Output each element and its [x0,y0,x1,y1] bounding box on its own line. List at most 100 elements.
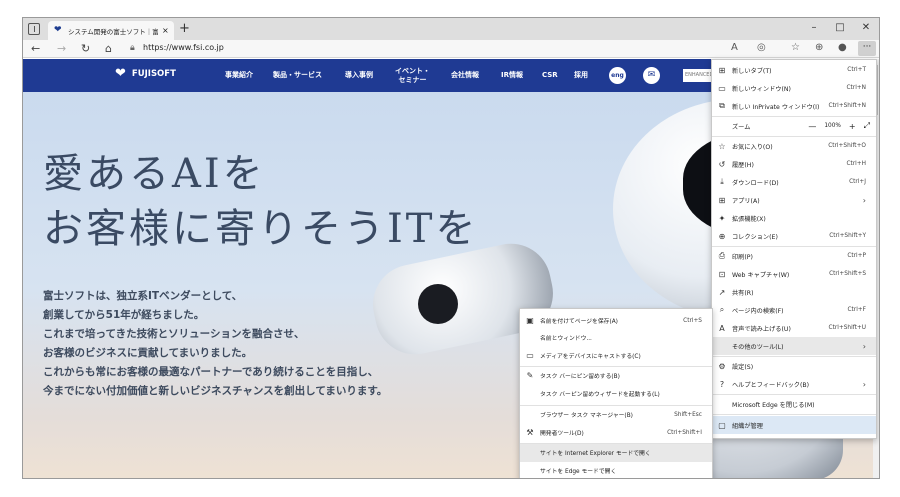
new-tab-button[interactable]: + [179,21,190,36]
tab-actions-icon[interactable] [28,23,40,35]
window-controls: – □ ✕ [801,18,879,40]
submenu-name-window[interactable]: 名前とウィンドウ... [520,329,712,347]
logo-text: FUJISOFT [131,69,176,79]
menu-new-window[interactable]: ▭ 新しいウィンドウ(N) Ctrl+N [712,79,876,97]
hero-headline-1: 愛あるAIを [43,151,266,197]
zoom-controls: — 100% + ⤢ [800,121,876,131]
hero-body-text: 富士ソフトは、独立系ITベンダーとして、 創業してから51年が経ちました。 これ… [43,287,387,401]
hero-body-line: これまで培ってきた技術とソリューションを融合させ、 [43,328,305,340]
nav-csr[interactable]: CSR [542,59,558,92]
print-icon: ⎙ [718,251,726,260]
submenu-pin-taskbar[interactable]: ✎ タスク バーにピン留めする(B) [520,367,712,385]
nav-events[interactable]: イベント・ セミナー [395,59,430,92]
refresh-icon[interactable]: ↻ [81,42,90,55]
tracking-icon[interactable]: ◎ [757,42,766,53]
nav-business[interactable]: 事業紹介 [225,59,253,92]
robot-eye-image [418,284,458,324]
menu-read-aloud[interactable]: A 音声で読み上げる(U) Ctrl+Shift+U [712,319,876,337]
favorites-toolbar-icon[interactable]: ☆ [791,42,800,53]
browser-tab[interactable]: ❤ システム開発の富士ソフト｜富士ソフ × [48,21,174,40]
nav-company[interactable]: 会社情報 [451,59,479,92]
forward-icon[interactable]: → [57,42,66,55]
fujisoft-logo-icon: ❤ [115,66,126,81]
close-window-button[interactable]: ✕ [853,18,879,40]
submenu-edge-mode[interactable]: サイトを Edge モードで開く [520,462,712,478]
profile-icon[interactable]: ● [838,42,847,53]
nav-ir[interactable]: IR情報 [501,59,523,92]
menu-close-edge[interactable]: Microsoft Edge を閉じる(M) [712,395,876,413]
new-tab-icon: ⊞ [718,65,726,75]
zoom-in-button[interactable]: + [849,122,856,131]
menu-collections[interactable]: ⊕ コレクション(E) Ctrl+Shift+Y [712,227,876,245]
submenu-devtools[interactable]: ⚒ 開発者ツール(D) Ctrl+Shift+I [520,424,712,442]
menu-downloads[interactable]: ⤓ ダウンロード(D) Ctrl+J [712,173,876,191]
settings-icon: ⚙ [718,361,726,371]
menu-extensions[interactable]: ✦ 拡張機能(X) [712,209,876,227]
share-icon: ↗ [718,287,726,297]
menu-share[interactable]: ↗ 共有(R) [712,283,876,301]
menu-more-tools[interactable]: その他のツール(L) › [712,337,876,355]
settings-and-more-button[interactable]: ··· [858,41,876,56]
tab-close-icon[interactable]: × [162,26,169,35]
hero-body-line: お客様のビジネスに貢献してまいりました。 [43,347,253,359]
menu-new-tab[interactable]: ⊞ 新しいタブ(T) Ctrl+T [712,61,876,79]
address-input[interactable]: https://www.fsi.co.jp [143,43,224,52]
tab-title: システム開発の富士ソフト｜富士ソフ [68,27,158,36]
minimize-button[interactable]: – [801,18,827,40]
menu-settings[interactable]: ⚙ 設定(S) [712,357,876,375]
nav-products[interactable]: 製品・サービス [273,59,322,92]
lock-icon[interactable]: 🔒︎ [130,43,135,53]
maximize-button[interactable]: □ [827,18,853,40]
hero-body-line: これからも常にお客様の最適なパートナーであり続けることを目指し、 [43,366,379,378]
nav-cases[interactable]: 導入事例 [345,59,373,92]
submenu-task-manager[interactable]: ブラウザー タスク マネージャー(B) Shift+Esc [520,406,712,424]
menu-apps[interactable]: ⊞ アプリ(A) › [712,191,876,209]
submenu-ie-mode[interactable]: サイトを Internet Explorer モードで開く [520,444,712,462]
web-capture-icon: ⊡ [718,269,726,279]
submenu-pin-wizard[interactable]: タスク バーピン留めウィザードを起動する(L) [520,385,712,403]
history-icon: ↺ [718,159,726,169]
chevron-right-icon: › [862,379,866,389]
help-icon: ? [719,379,725,389]
address-toolbar: ← → ↻ ⌂ 🔒︎ https://www.fsi.co.jp A ◎ ☆ ⊕… [23,40,879,58]
pin-icon: ✎ [526,371,534,381]
hero-body-line: 富士ソフトは、独立系ITベンダーとして、 [43,290,243,302]
fujisoft-logo[interactable]: ❤ FUJISOFT [115,66,176,81]
nav-recruit[interactable]: 採用 [574,59,588,92]
chevron-right-icon: › [862,195,866,205]
browser-window: ❤ システム開発の富士ソフト｜富士ソフ × + – □ ✕ ← → ↻ ⌂ 🔒︎… [22,17,880,479]
find-icon: ⌕ [719,305,725,314]
menu-find[interactable]: ⌕ ページ内の検索(F) Ctrl+F [712,301,876,319]
zoom-out-button[interactable]: — [808,122,816,131]
menu-web-capture[interactable]: ⊡ Web キャプチャ(W) Ctrl+Shift+S [712,265,876,283]
site-favicon-icon: ❤ [54,25,62,35]
extensions-icon: ✦ [718,213,726,223]
menu-history[interactable]: ↺ 履歴(H) Ctrl+H [712,155,876,173]
menu-help[interactable]: ? ヘルプとフィードバック(B) › [712,375,876,393]
back-icon[interactable]: ← [31,42,40,55]
cast-icon: ▭ [526,351,534,361]
menu-favorites[interactable]: ☆ お気に入り(O) Ctrl+Shift+O [712,137,876,155]
submenu-cast[interactable]: ▭ メディアをデバイスにキャストする(C) [520,347,712,365]
collections-icon: ⊕ [718,231,726,241]
favorites-icon: ☆ [718,141,726,151]
menu-managed-by-org[interactable]: ▢ 組織が管理 [712,416,876,434]
collections-toolbar-icon[interactable]: ⊕ [815,42,823,53]
english-button[interactable]: eng [609,67,626,84]
devtools-icon: ⚒ [526,428,534,438]
hero-body-line: 創業してから51年が経ちました。 [43,309,205,321]
home-icon[interactable]: ⌂ [105,42,112,55]
fullscreen-icon[interactable]: ⤢ [864,121,870,131]
managed-icon: ▢ [718,420,726,430]
submenu-save-page[interactable]: ▣ 名前を付けてページを保存(A) Ctrl+S [520,312,712,330]
mail-icon[interactable]: ✉ [643,67,660,84]
settings-menu: ⊞ 新しいタブ(T) Ctrl+T ▭ 新しいウィンドウ(N) Ctrl+N ⧉… [711,59,877,439]
hero-body-line: 今までにない付加価値と新しいビジネスチャンスを創出してまいります。 [43,385,388,397]
zoom-level: 100% [824,123,841,129]
menu-print[interactable]: ⎙ 印刷(P) Ctrl+P [712,247,876,265]
hero-headline-2: お客様に寄りそうITを [43,206,479,252]
read-aloud-toolbar-icon[interactable]: A [731,42,738,53]
menu-new-inprivate[interactable]: ⧉ 新しい InPrivate ウィンドウ(I) Ctrl+Shift+N [712,97,876,115]
tab-strip: ❤ システム開発の富士ソフト｜富士ソフ × + – □ ✕ [23,18,879,40]
download-icon: ⤓ [720,177,724,186]
